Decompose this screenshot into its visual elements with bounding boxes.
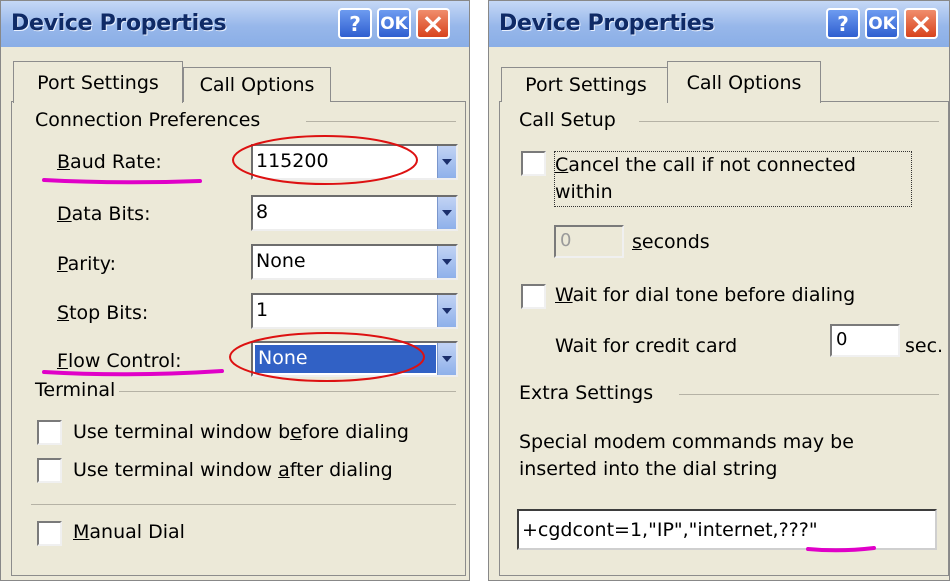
parity-label: Parity: <box>57 253 117 275</box>
title-bar: Device Properties ? OK × <box>489 1 949 47</box>
terminal-before-checkbox[interactable] <box>37 420 62 445</box>
parity-select[interactable]: None <box>251 244 458 280</box>
group-terminal: Terminal <box>35 379 116 401</box>
chevron-down-icon[interactable] <box>437 197 456 229</box>
close-button[interactable]: × <box>904 7 938 40</box>
chevron-down-icon[interactable] <box>437 146 456 178</box>
group-divider <box>639 121 939 122</box>
special-commands-text: Special modem commands may be inserted in… <box>519 431 854 480</box>
window-title: Device Properties <box>499 11 715 36</box>
sec-label: sec. <box>905 335 944 357</box>
chevron-down-icon[interactable] <box>437 295 456 327</box>
group-call-setup: Call Setup <box>519 109 616 131</box>
device-properties-window-call: Device Properties ? OK × Port Settings C… <box>488 0 950 581</box>
group-divider <box>679 394 939 395</box>
credit-card-input[interactable]: 0 <box>830 324 900 357</box>
baud-rate-select[interactable]: 115200 <box>251 144 458 180</box>
data-bits-select[interactable]: 8 <box>251 195 458 231</box>
stop-bits-label: Stop Bits: <box>57 302 149 324</box>
manual-dial-checkbox[interactable] <box>37 521 62 546</box>
wait-dial-tone-checkbox[interactable] <box>521 284 546 309</box>
close-icon: × <box>909 7 933 40</box>
group-connection-preferences: Connection Preferences <box>35 109 261 131</box>
title-bar: Device Properties ? OK × <box>1 1 469 47</box>
baud-rate-label: Baud Rate: <box>57 151 162 173</box>
ok-button[interactable]: OK <box>377 8 411 39</box>
wait-dial-tone-label: Wait for dial tone before dialing <box>555 284 856 306</box>
data-bits-label: Data Bits: <box>57 203 151 225</box>
stop-bits-select[interactable]: 1 <box>251 293 458 329</box>
dial-string-input[interactable]: +cgdcont=1,"IP","internet,???" <box>517 509 937 550</box>
terminal-after-checkbox[interactable] <box>37 458 62 483</box>
tab-call-options[interactable]: Call Options <box>667 61 821 103</box>
cancel-seconds-input[interactable]: 0 <box>554 225 624 258</box>
tab-port-settings[interactable]: Port Settings <box>501 67 671 102</box>
credit-card-label: Wait for credit card <box>555 335 738 357</box>
close-button[interactable]: × <box>416 7 450 40</box>
flow-control-label: Flow Control: <box>57 350 182 372</box>
divider <box>31 504 456 505</box>
close-icon: × <box>421 7 445 40</box>
help-button[interactable]: ? <box>826 8 860 39</box>
chevron-down-icon[interactable] <box>437 343 456 375</box>
tab-call-options[interactable]: Call Options <box>183 67 331 102</box>
ok-button[interactable]: OK <box>865 8 899 39</box>
help-icon: ? <box>837 11 849 36</box>
window-title: Device Properties <box>11 11 227 36</box>
manual-dial-label: Manual Dial <box>73 521 185 543</box>
terminal-before-label: Use terminal window before dialing <box>73 421 409 443</box>
cancel-call-checkbox[interactable] <box>521 151 546 176</box>
flow-control-select[interactable]: None <box>251 341 458 377</box>
group-divider <box>306 121 456 122</box>
tab-port-settings[interactable]: Port Settings <box>13 61 183 103</box>
cancel-call-label: Cancel the call if not connected within <box>554 151 912 207</box>
terminal-after-label: Use terminal window after dialing <box>73 459 393 481</box>
chevron-down-icon[interactable] <box>437 246 456 278</box>
group-divider <box>119 391 456 392</box>
seconds-label: seconds <box>632 231 710 253</box>
help-icon: ? <box>349 11 361 36</box>
device-properties-window-port: Device Properties ? OK × Port Settings C… <box>0 0 470 581</box>
help-button[interactable]: ? <box>338 8 372 39</box>
group-extra-settings: Extra Settings <box>519 382 654 404</box>
